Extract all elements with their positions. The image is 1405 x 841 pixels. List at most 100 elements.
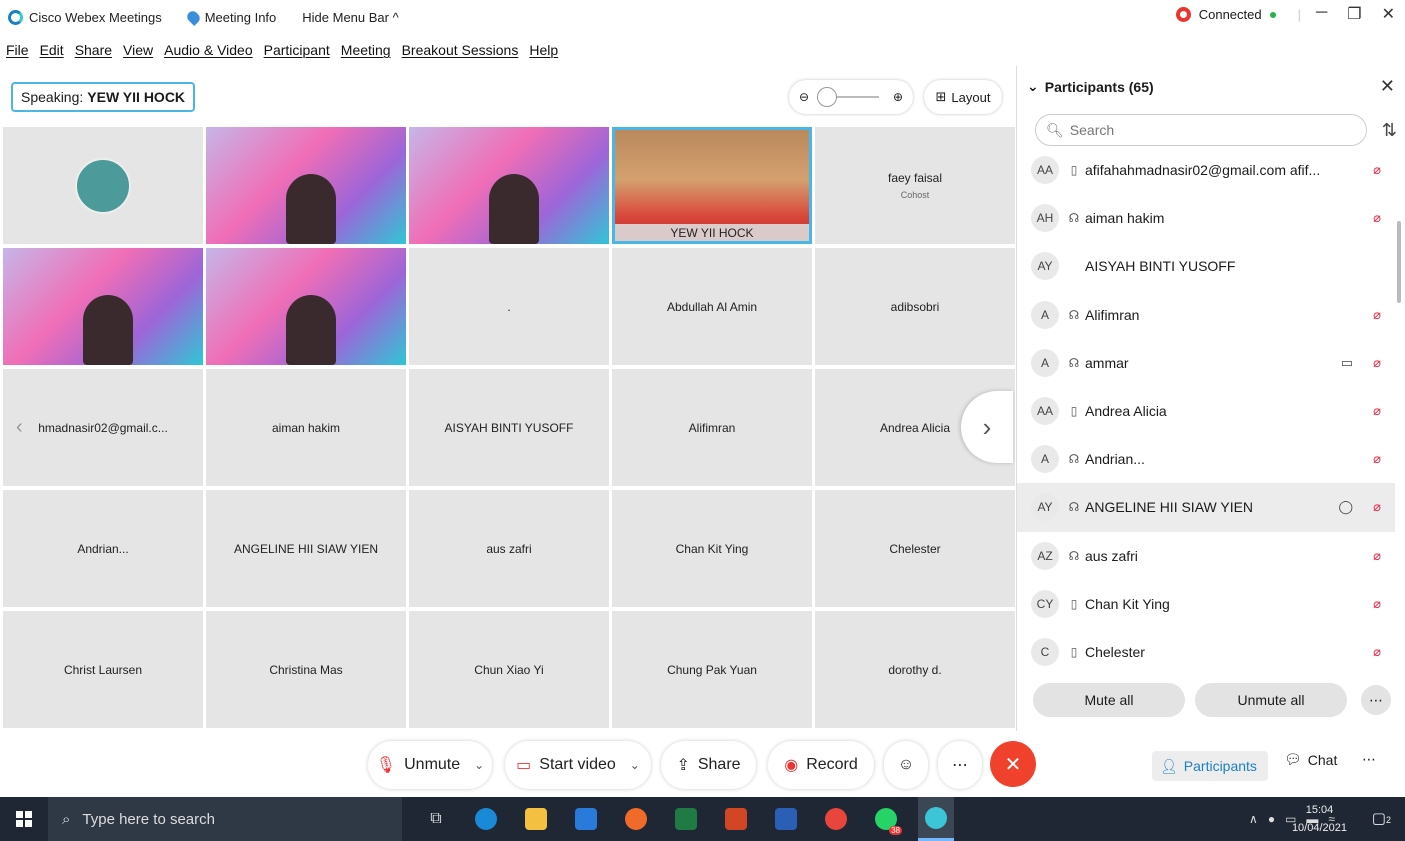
system-clock[interactable]: 15:04 10/04/2021 [1292,801,1347,837]
mail-icon[interactable] [568,797,604,841]
menu-share[interactable]: Share [75,42,112,58]
unmute-button[interactable]: 🎙︎ Unmute ⌄ [368,741,492,789]
more-controls-button[interactable]: ⋯ [938,741,982,789]
hide-menu-bar-button[interactable]: Hide Menu Bar ^ [302,10,398,25]
menu-help[interactable]: Help [529,42,558,58]
participant-search-input[interactable]: 🔍︎ Search [1035,114,1367,146]
record-button[interactable]: ◉ Record [768,741,874,789]
participant-tile[interactable]: adibsobri [815,248,1015,365]
chevron-down-icon[interactable]: ⌄ [474,758,484,772]
microphone-muted-icon[interactable]: ⌀ [1373,307,1381,323]
zoom-in-icon[interactable]: ⊕ [893,90,903,104]
participant-tile[interactable]: dorothy d. [815,611,1015,728]
task-view-icon[interactable]: ⧉ [418,797,454,841]
reactions-button[interactable]: ☺ [884,741,928,789]
layout-button[interactable]: ⊞ Layout [924,80,1002,114]
excel-icon[interactable] [668,797,704,841]
participant-tile[interactable] [206,248,406,365]
participant-row[interactable]: AY ☊ ANGELINE HII SIAW YIEN ◯ ⌀ [1017,483,1395,532]
participant-tile[interactable]: Chung Pak Yuan [612,611,812,728]
more-options-icon[interactable]: ⋯ [1361,685,1391,715]
chrome-icon[interactable] [818,797,854,841]
minimize-icon[interactable]: ─ [1316,4,1327,24]
participant-row[interactable]: CY ▯ Chan Kit Ying ⌀ [1017,580,1395,628]
participant-tile[interactable]: Chan Kit Ying [612,490,812,607]
restore-icon[interactable]: ❐ [1347,4,1361,24]
participant-row[interactable]: AA ▯ afifahahmadnasir02@gmail.com afif... ⌀ [1017,146,1395,194]
participant-row[interactable]: A ☊ Alifimran ⌀ [1017,291,1395,339]
participant-tile[interactable]: . [409,248,609,365]
start-video-button[interactable]: ▭ Start video ⌄ [505,741,651,789]
meeting-info-button[interactable]: Meeting Info [184,8,276,26]
chat-tab[interactable]: 💬︎ Chat [1284,751,1337,768]
participant-tile[interactable]: faey faisal Cohost [815,127,1015,244]
firefox-icon[interactable] [618,797,654,841]
participant-tile[interactable]: aiman hakim [206,369,406,486]
participant-tile[interactable]: Christ Laursen [3,611,203,728]
participants-header[interactable]: ⌄ Participants (65) [1027,78,1154,95]
menu-meeting[interactable]: Meeting [341,42,391,58]
webex-taskbar-icon[interactable] [918,797,954,841]
participant-tile[interactable]: ANGELINE HII SIAW YIEN [206,490,406,607]
sort-list-icon[interactable]: ⇅ [1382,120,1397,141]
participant-tile[interactable]: Andrian... [3,490,203,607]
word-icon[interactable] [768,797,804,841]
microphone-muted-icon[interactable]: ⌀ [1373,210,1381,226]
participant-row[interactable]: C ▯ Chelester ⌀ [1017,628,1395,666]
previous-page-icon[interactable]: ‹ [16,416,23,439]
participant-tile[interactable] [409,127,609,244]
menu-breakout-sessions[interactable]: Breakout Sessions [402,42,519,58]
zoom-slider[interactable] [817,87,879,107]
microphone-muted-icon[interactable]: ⌀ [1373,596,1381,612]
show-hidden-icons-icon[interactable]: ∧ [1249,812,1258,826]
share-button[interactable]: ⇪ Share [661,741,756,789]
menu-audio-video[interactable]: Audio & Video [164,42,252,58]
mute-all-button[interactable]: Mute all [1033,683,1185,717]
participant-tile[interactable]: Alifimran [612,369,812,486]
menu-participant[interactable]: Participant [264,42,330,58]
participant-tile[interactable]: Chelester [815,490,1015,607]
unmute-all-button[interactable]: Unmute all [1195,683,1347,717]
participant-tile[interactable]: Christina Mas [206,611,406,728]
menu-view[interactable]: View [123,42,153,58]
participant-row[interactable]: AA ▯ Andrea Alicia ⌀ [1017,387,1395,435]
whatsapp-icon[interactable]: 38 [868,797,904,841]
participants-tab[interactable]: 👤︎ Participants [1152,751,1268,781]
participant-tile[interactable] [206,127,406,244]
close-panel-icon[interactable]: ✕ [1380,76,1395,97]
chevron-down-icon[interactable]: ⌄ [630,758,640,772]
participant-row[interactable]: A ☊ Andrian... ⌀ [1017,435,1395,483]
participant-row[interactable]: AH ☊ aiman hakim ⌀ [1017,194,1395,242]
microphone-tray-icon[interactable]: ● [1268,812,1275,826]
participant-tile[interactable] [3,248,203,365]
file-explorer-icon[interactable] [518,797,554,841]
microphone-muted-icon[interactable]: ⌀ [1373,355,1381,371]
taskbar-search-box[interactable]: ⌕ Type here to search [48,797,402,841]
chat-bubble-icon[interactable]: ◯ [1338,499,1353,515]
participant-tile[interactable]: AISYAH BINTI YUSOFF [409,369,609,486]
edge-browser-icon[interactable] [468,797,504,841]
menu-file[interactable]: File [6,42,29,58]
close-window-icon[interactable]: ✕ [1382,4,1395,24]
participant-tile[interactable] [3,127,203,244]
participant-tile[interactable]: Abdullah Al Amin [612,248,812,365]
menu-edit[interactable]: Edit [40,42,64,58]
microphone-muted-icon[interactable]: ⌀ [1373,499,1381,515]
zoom-out-icon[interactable]: ⊖ [799,90,809,104]
participant-tile[interactable]: hmadnasir02@gmail.c... [3,369,203,486]
microphone-muted-icon[interactable]: ⌀ [1373,162,1381,178]
microphone-muted-icon[interactable]: ⌀ [1373,548,1381,564]
start-button[interactable] [0,797,48,841]
microphone-muted-icon[interactable]: ⌀ [1373,403,1381,419]
notification-center-icon[interactable]: ▢2 [1372,809,1391,827]
participant-tile[interactable]: YEW YII HOCK [612,127,812,244]
participant-tile[interactable]: aus zafri [409,490,609,607]
participant-row[interactable]: AY AISYAH BINTI YUSOFF [1017,242,1395,290]
participant-row[interactable]: A ☊ ammar ▭ ⌀ [1017,339,1395,387]
microphone-muted-icon[interactable]: ⌀ [1373,451,1381,467]
panel-more-button[interactable]: ⋯ [1362,751,1376,768]
leave-meeting-button[interactable]: ✕ [990,741,1036,787]
microphone-muted-icon[interactable]: ⌀ [1373,644,1381,660]
participant-tile[interactable]: Chun Xiao Yi [409,611,609,728]
participant-row[interactable]: AZ ☊ aus zafri ⌀ [1017,532,1395,580]
